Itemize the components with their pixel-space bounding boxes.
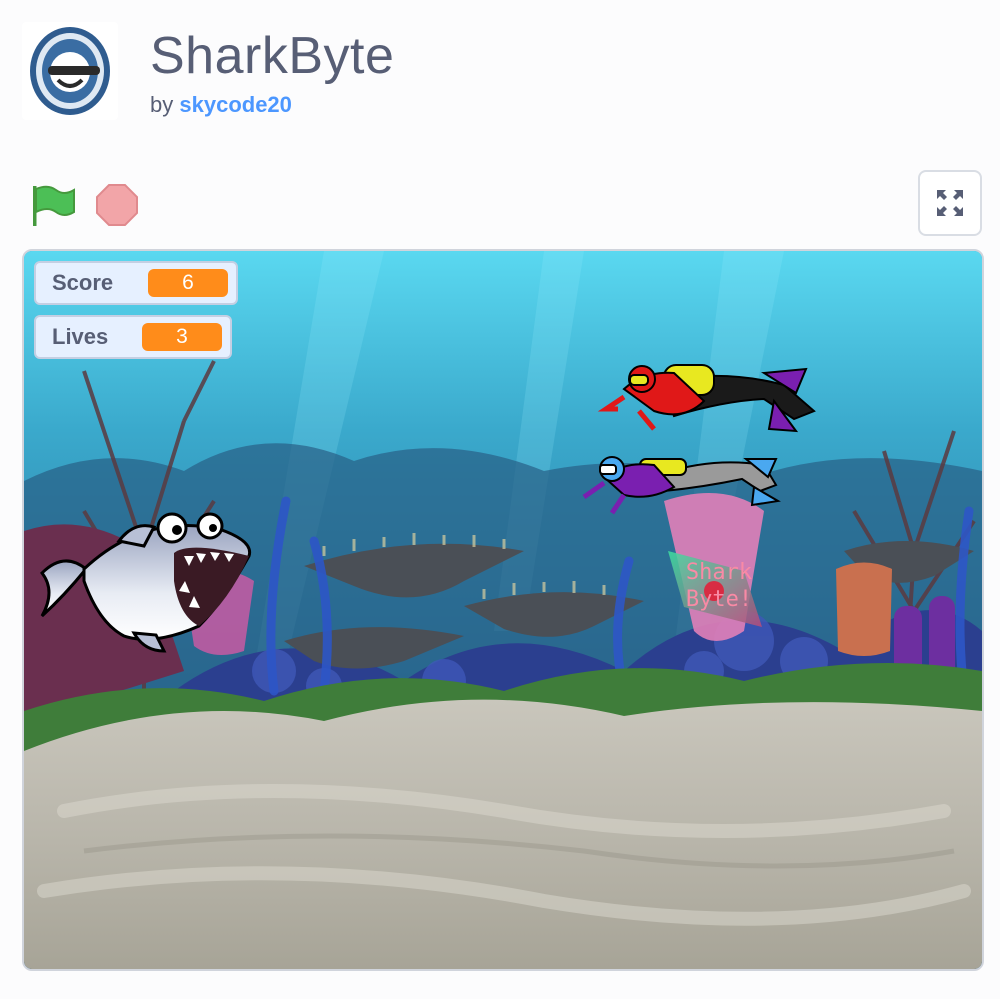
fullscreen-icon	[937, 190, 963, 216]
by-label: by	[150, 92, 174, 117]
shark-byte-line1: Shark	[685, 560, 753, 585]
score-label: Score	[52, 270, 114, 295]
shark-byte-label: Shark Byte!	[674, 559, 764, 613]
score-monitor[interactable]: Score 6	[34, 261, 238, 305]
project-byline: by skycode20	[150, 92, 292, 118]
author-link[interactable]: skycode20	[179, 92, 292, 117]
shark-byte-line2: Byte!	[685, 587, 753, 612]
author-avatar[interactable]	[22, 22, 118, 120]
score-value: 6	[148, 269, 228, 297]
fullscreen-button[interactable]	[918, 170, 982, 236]
green-flag-icon	[33, 185, 75, 226]
project-title: SharkByte	[150, 27, 395, 85]
game-stage[interactable]: Shark Byte! Score 6 Lives 3	[22, 249, 984, 971]
stop-icon	[96, 184, 138, 226]
lives-value: 3	[142, 323, 222, 351]
green-flag-button[interactable]	[28, 182, 78, 228]
lives-monitor[interactable]: Lives 3	[34, 315, 232, 359]
lives-label: Lives	[52, 324, 109, 349]
stop-button[interactable]	[94, 182, 140, 228]
